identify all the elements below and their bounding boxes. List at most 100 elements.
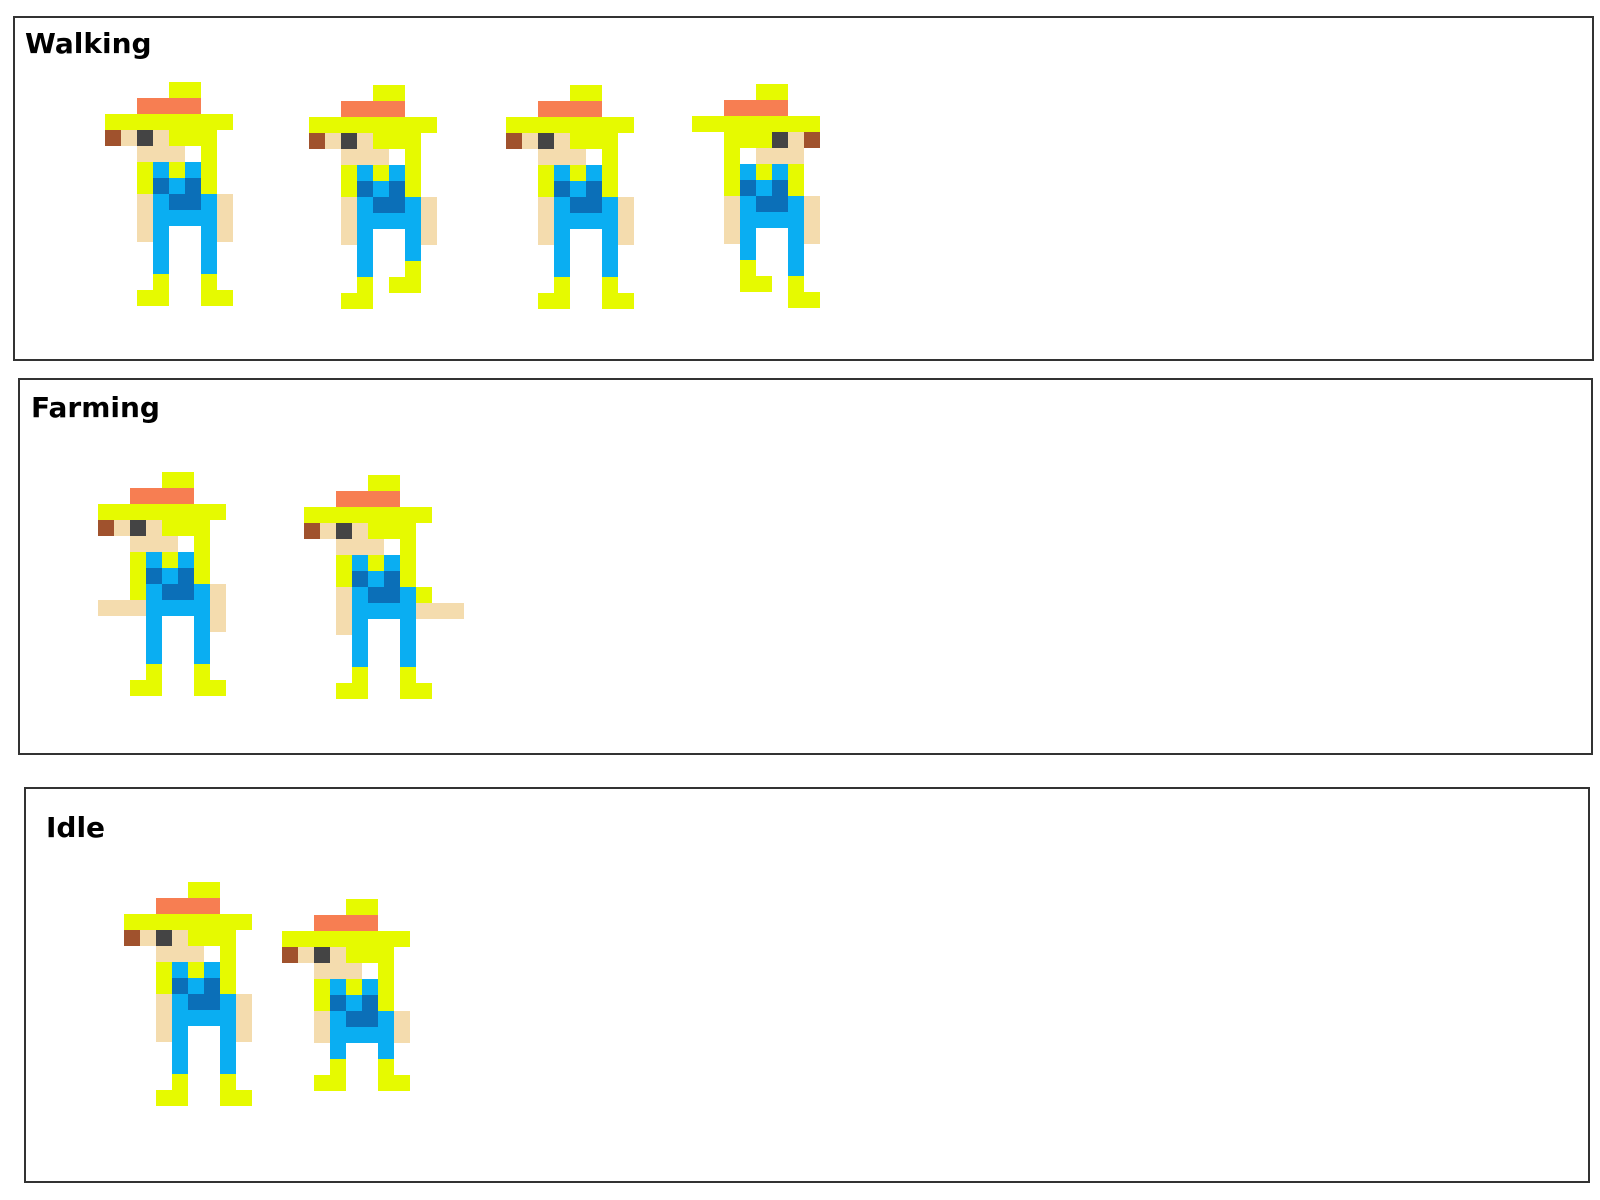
sprite-pixel (130, 504, 146, 520)
sprite-pixel (153, 242, 169, 258)
sprite-pixel (602, 117, 618, 133)
sprite-pixel (357, 197, 373, 213)
sprite-pixel (405, 133, 421, 149)
sprite-pixel (362, 947, 378, 963)
sprite-pixel (394, 1027, 410, 1043)
sprite-pixel (98, 504, 114, 520)
panel-title: Idle (46, 811, 106, 844)
sprite-pixel (570, 85, 586, 101)
sprite-pixel (178, 520, 194, 536)
sprite-pixel (708, 116, 724, 132)
sprite-pixel (146, 552, 162, 568)
sprite-pixel (188, 930, 204, 946)
sprite-pixel (378, 1059, 394, 1075)
sprite-pixel (740, 116, 756, 132)
sprite-pixel (153, 226, 169, 242)
sprite-pixel (389, 133, 405, 149)
sprite-pixel (400, 667, 416, 683)
sprite-pixel (304, 523, 320, 539)
sprite-pixel (309, 117, 325, 133)
sprite-pixel (194, 632, 210, 648)
sprite-pixel (618, 213, 634, 229)
sprite-pixel (384, 587, 400, 603)
sprite-pixel (210, 680, 226, 696)
sprite-pixel (341, 133, 357, 149)
sprite-pixel (185, 194, 201, 210)
sprite-pixel (220, 946, 236, 962)
sprite-pixel (172, 978, 188, 994)
sprite-pixel (130, 680, 146, 696)
sprite-pixel (320, 507, 336, 523)
sprite-pixel (341, 165, 357, 181)
sprite-pixel (405, 277, 421, 293)
sprite-pixel (314, 931, 330, 947)
sprite-pixel (788, 228, 804, 244)
sprite-pixel (172, 914, 188, 930)
sprite-pixel (357, 133, 373, 149)
sprite-pixel (389, 165, 405, 181)
sprite-pixel (162, 488, 178, 504)
sprite-pixel (185, 178, 201, 194)
sprite-pixel (756, 276, 772, 292)
sprite-pixel (346, 979, 362, 995)
sprite-pixel (217, 194, 233, 210)
sprite-pixel (405, 149, 421, 165)
sprite-pixel (405, 165, 421, 181)
sprite-pixel (405, 213, 421, 229)
sprite-pixel (368, 571, 384, 587)
sprite-pixel (336, 555, 352, 571)
sprite-pixel (352, 603, 368, 619)
sprite-pixel (220, 962, 236, 978)
sprite-pixel (378, 979, 394, 995)
sprite-pixel (554, 213, 570, 229)
sprite-pixel (602, 229, 618, 245)
sprite-pixel (724, 212, 740, 228)
sprite-pixel (210, 504, 226, 520)
sprite-pixel (389, 101, 405, 117)
sprite-pixel (602, 133, 618, 149)
sprite-pixel (740, 196, 756, 212)
sprite-pixel (405, 181, 421, 197)
farmer-sprite (124, 882, 284, 1106)
sprite-pixel (804, 228, 820, 244)
sprite-pixel (162, 504, 178, 520)
sprite-pixel (146, 600, 162, 616)
sprite-pixel (756, 148, 772, 164)
sprite-pixel (538, 133, 554, 149)
sprite-pixel (384, 475, 400, 491)
sprite-pixel (162, 600, 178, 616)
sprite-pixel (570, 213, 586, 229)
sprite-pixel (538, 149, 554, 165)
sprite-pixel (538, 101, 554, 117)
sprite-pixel (788, 196, 804, 212)
sprite-pixel (378, 995, 394, 1011)
sprite-pixel (201, 274, 217, 290)
sprite-pixel (169, 130, 185, 146)
sprite-pixel (373, 85, 389, 101)
sprite-pixel (432, 603, 448, 619)
sprite-pixel (314, 1075, 330, 1091)
sprite-pixel (172, 962, 188, 978)
sprite-pixel (162, 520, 178, 536)
sprite-pixel (153, 290, 169, 306)
sprite-pixel (740, 228, 756, 244)
sprite-pixel (554, 101, 570, 117)
sprite-pixel (341, 149, 357, 165)
sprite-pixel (373, 181, 389, 197)
sprite-pixel (804, 212, 820, 228)
sprite-pixel (201, 226, 217, 242)
sprite-pixel (586, 213, 602, 229)
sprite-pixel (602, 213, 618, 229)
sprite-pixel (169, 114, 185, 130)
farmer-sprite (692, 84, 852, 308)
sprite-pixel (400, 523, 416, 539)
sprite-pixel (352, 619, 368, 635)
sprite-pixel (162, 472, 178, 488)
sprite-pixel (146, 632, 162, 648)
sprite-pixel (314, 1027, 330, 1043)
sprite-pixel (362, 979, 378, 995)
sprite-pixel (357, 165, 373, 181)
sprite-pixel (162, 584, 178, 600)
sprite-pixel (146, 504, 162, 520)
sprite-pixel (156, 930, 172, 946)
